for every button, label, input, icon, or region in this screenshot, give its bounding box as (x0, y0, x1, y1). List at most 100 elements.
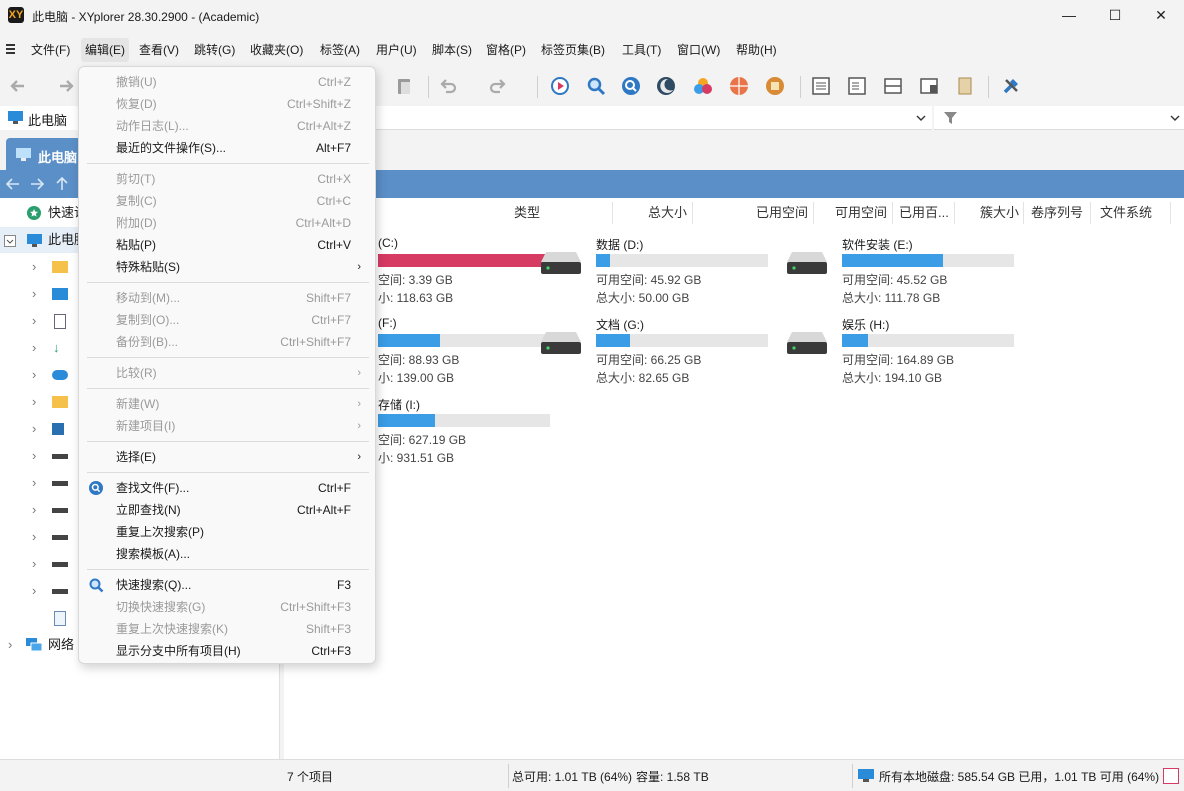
search-icon[interactable] (586, 76, 606, 96)
tree-forward-icon[interactable] (30, 178, 44, 190)
undo-icon[interactable] (438, 76, 458, 96)
preview-pane-icon[interactable] (919, 76, 939, 96)
drive-item[interactable]: 娱乐 (H:) 可用空间: 164.89 GB 总大小: 194.10 GB (786, 316, 1026, 386)
menu-copy-to[interactable]: 复制到(O)... Ctrl+F7 (79, 309, 375, 331)
menu-favorites[interactable]: 收藏夹(O) (246, 38, 307, 62)
quick-search-icon[interactable] (621, 76, 641, 96)
tree-back-icon[interactable] (6, 178, 20, 190)
menu-scripting[interactable]: 脚本(S) (428, 38, 476, 62)
menu-user[interactable]: 用户(U) (372, 38, 421, 62)
status-item-count: 7 个项目 (287, 770, 334, 784)
file-list: 类型 总大小 已用空间 可用空间 已用百... 簇大小 卷序列号 文件系统 (C… (284, 198, 1184, 759)
minimize-button[interactable]: — (1046, 0, 1092, 30)
menu-undo[interactable]: 撤销(U) Ctrl+Z (79, 71, 375, 93)
menu-select[interactable]: 选择(E) › (79, 446, 375, 468)
menu-repeat-quick-search[interactable]: 重复上次快速搜索(K) Shift+F3 (79, 618, 375, 640)
chevron-down-icon[interactable] (916, 114, 926, 122)
expand-icon[interactable]: › (32, 578, 36, 604)
menu-backup-to[interactable]: 备份到(B)... Ctrl+Shift+F7 (79, 331, 375, 353)
menu-tabsets[interactable]: 标签页集(B) (537, 38, 609, 62)
panel-icon[interactable] (955, 76, 975, 96)
expand-icon[interactable]: › (32, 416, 36, 442)
title-bar: XY 此电脑 - XYplorer 28.30.2900 - (Academic… (0, 0, 1184, 30)
menu-cut[interactable]: 剪切(T) Ctrl+X (79, 168, 375, 190)
expand-icon[interactable]: › (32, 551, 36, 577)
ball-icon[interactable] (729, 76, 749, 96)
paste-icon[interactable] (394, 76, 414, 96)
drive-item[interactable]: 软件安装 (E:) 可用空间: 45.52 GB 总大小: 111.78 GB (786, 236, 1026, 306)
forward-icon[interactable] (56, 76, 76, 96)
expand-icon[interactable]: › (32, 335, 36, 361)
menu-file[interactable]: 文件(F) (27, 38, 74, 62)
menu-new[interactable]: 新建(W) › (79, 393, 375, 415)
menu-recent-file-ops[interactable]: 最近的文件操作(S)... Alt+F7 (79, 137, 375, 159)
menu-compare[interactable]: 比较(R) › (79, 362, 375, 384)
menu-help[interactable]: 帮助(H) (732, 38, 781, 62)
menu-go[interactable]: 跳转(G) (190, 38, 239, 62)
menu-instant-find[interactable]: 立即查找(N) Ctrl+Alt+F (79, 499, 375, 521)
play-icon[interactable] (550, 76, 570, 96)
box-icon[interactable] (765, 76, 785, 96)
address-location[interactable]: 此电脑 (0, 106, 80, 130)
tools-icon[interactable] (1001, 76, 1021, 96)
menu-tools[interactable]: 工具(T) (618, 38, 665, 62)
menu-edit[interactable]: 编辑(E) (81, 38, 129, 62)
expand-icon[interactable]: › (32, 443, 36, 469)
menu-view[interactable]: 查看(V) (135, 38, 183, 62)
drive-free-space: 可用空间: 164.89 GB (842, 353, 955, 367)
column-total-size[interactable]: 总大小 (648, 198, 687, 228)
column-free-space[interactable]: 可用空间 (835, 198, 887, 228)
column-cluster-size[interactable]: 簇大小 (980, 198, 1019, 228)
menu-append[interactable]: 附加(D) Ctrl+Alt+D (79, 212, 375, 234)
filter-input[interactable] (934, 106, 1184, 130)
expand-icon[interactable]: › (32, 254, 36, 280)
menu-repeat-search[interactable]: 重复上次搜索(P) (79, 521, 375, 543)
split-horizontal-icon[interactable] (883, 76, 903, 96)
close-button[interactable]: ✕ (1138, 0, 1184, 30)
drive-item[interactable]: 数据 (D:) 可用空间: 45.92 GB 总大小: 50.00 GB (540, 236, 780, 306)
collapse-icon[interactable] (4, 235, 16, 247)
column-volume-serial[interactable]: 卷序列号 (1031, 198, 1083, 228)
menu-panes[interactable]: 窗格(P) (482, 38, 530, 62)
drive-item[interactable]: 文档 (G:) 可用空间: 66.25 GB 总大小: 82.65 GB (540, 316, 780, 386)
menu-quick-search[interactable]: 快速搜索(Q)... F3 (79, 574, 375, 596)
expand-icon[interactable]: › (32, 362, 36, 388)
list-view-icon[interactable] (847, 76, 867, 96)
menu-copy[interactable]: 复制(C) Ctrl+C (79, 190, 375, 212)
hamburger-icon[interactable] (6, 43, 16, 57)
chevron-down-icon[interactable] (1170, 114, 1180, 122)
menu-tags[interactable]: 标签(A) (316, 38, 364, 62)
menu-find-files[interactable]: 查找文件(F)... Ctrl+F (79, 477, 375, 499)
expand-icon[interactable]: › (32, 308, 36, 334)
expand-icon[interactable]: › (32, 524, 36, 550)
expand-icon[interactable]: › (32, 470, 36, 496)
menu-redo[interactable]: 恢复(D) Ctrl+Shift+Z (79, 93, 375, 115)
color-filter-icon[interactable] (693, 76, 713, 96)
menu-toggle-quick-search[interactable]: 切换快速搜索(G) Ctrl+Shift+F3 (79, 596, 375, 618)
menu-new-items[interactable]: 新建项目(I) › (79, 415, 375, 437)
expand-icon[interactable]: › (32, 389, 36, 415)
column-used-space[interactable]: 已用空间 (756, 198, 808, 228)
drive-name: (C:) (378, 236, 398, 250)
column-file-system[interactable]: 文件系统 (1100, 198, 1152, 228)
tab-this-pc[interactable]: 此电脑 (6, 138, 81, 170)
column-type[interactable]: 类型 (514, 198, 540, 228)
maximize-button[interactable]: ☐ (1092, 0, 1138, 30)
back-icon[interactable] (8, 76, 28, 96)
details-view-icon[interactable] (811, 76, 831, 96)
expand-icon[interactable]: › (32, 497, 36, 523)
menu-search-templates[interactable]: 搜索模板(A)... (79, 543, 375, 565)
expand-icon[interactable]: › (32, 281, 36, 307)
menu-paste-special[interactable]: 特殊粘贴(S) › (79, 256, 375, 278)
address-input[interactable] (376, 106, 932, 130)
menu-window[interactable]: 窗口(W) (673, 38, 724, 62)
redo-icon[interactable] (488, 76, 508, 96)
menu-paste[interactable]: 粘贴(P) Ctrl+V (79, 234, 375, 256)
menu-action-log[interactable]: 动作日志(L)... Ctrl+Alt+Z (79, 115, 375, 137)
tree-up-icon[interactable] (56, 177, 68, 191)
menu-move-to[interactable]: 移动到(M)... Shift+F7 (79, 287, 375, 309)
expand-icon[interactable]: › (8, 632, 12, 658)
menu-show-all-in-branch[interactable]: 显示分支中所有项目(H) Ctrl+F3 (79, 640, 375, 662)
dark-mode-icon[interactable] (656, 76, 676, 96)
column-used-percent[interactable]: 已用百... (899, 198, 949, 228)
